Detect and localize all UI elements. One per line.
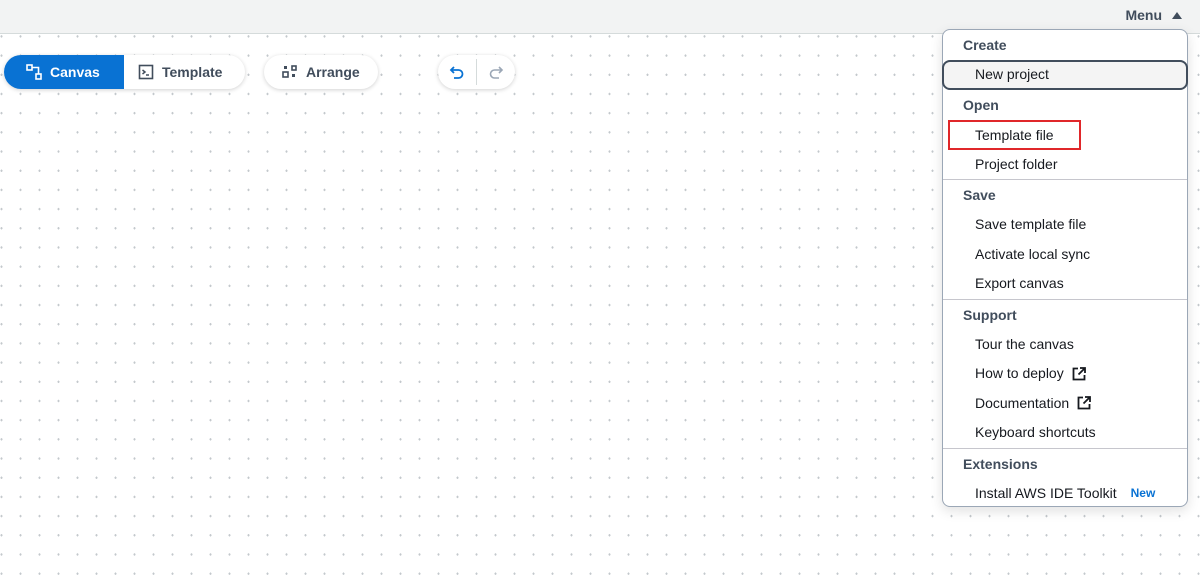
menu-item-install-aws-ide-toolkit[interactable]: Install AWS IDE Toolkit New — [943, 479, 1187, 509]
arrange-icon — [282, 65, 297, 78]
menu-label: Menu — [1125, 7, 1162, 23]
menu-item-label: Export canvas — [975, 275, 1064, 291]
menu-item-label: Project folder — [975, 155, 1058, 172]
menu-item-documentation[interactable]: Documentation — [943, 389, 1187, 419]
menu-group-label: Create — [963, 37, 1007, 53]
menu-item-label: New project — [975, 66, 1049, 83]
new-badge: New — [1130, 485, 1156, 500]
redo-icon — [489, 66, 504, 79]
menu-item-tour-the-canvas[interactable]: Tour the canvas — [943, 330, 1187, 360]
menu-group-label: Support — [963, 306, 1017, 323]
menu-group-extensions: Extensions Install AWS IDE Toolkit New — [943, 447, 1187, 509]
menu-item-label: How to deploy — [975, 365, 1064, 381]
menu-item-template-file[interactable]: Template file — [943, 119, 1187, 150]
menu-item-new-project[interactable]: New project — [942, 60, 1188, 90]
menu-group-label: Extensions — [963, 455, 1038, 472]
menu-item-label: Documentation — [975, 394, 1070, 411]
external-link-icon — [1077, 396, 1092, 410]
menu-item-keyboard-shortcuts[interactable]: Keyboard shortcuts — [943, 418, 1187, 448]
menu-group-label: Save — [963, 187, 996, 203]
menu-item-label: Save template file — [975, 216, 1087, 232]
menu-item-project-folder[interactable]: Project folder — [943, 150, 1187, 180]
menu-item-label: Tour the canvas — [975, 335, 1074, 352]
arrange-group: Arrange — [264, 55, 378, 89]
tab-template-label: Template — [162, 64, 223, 80]
menu-button[interactable]: Menu — [1125, 7, 1182, 23]
undo-redo-group — [438, 55, 515, 89]
menu-item-save-template-file[interactable]: Save template file — [943, 210, 1187, 240]
menu-item-label: Template file — [948, 119, 1081, 150]
canvas-icon — [26, 64, 42, 80]
menu-group-open: Open Template file Project folder — [943, 90, 1187, 179]
tab-canvas[interactable]: Canvas — [4, 55, 124, 89]
menu-item-label: Install AWS IDE Toolkit — [975, 484, 1117, 501]
template-icon — [138, 64, 154, 80]
redo-button[interactable] — [477, 55, 515, 89]
tab-template[interactable]: Template — [124, 55, 240, 89]
menu-group-label: Open — [963, 97, 999, 113]
undo-icon — [449, 66, 464, 79]
menu-item-label: Activate local sync — [975, 245, 1091, 262]
menu-item-label: Keyboard shortcuts — [975, 424, 1096, 440]
main-menu-dropdown: Create New project Open Template file Pr… — [942, 29, 1188, 507]
external-link-icon — [1072, 366, 1086, 381]
tab-canvas-label: Canvas — [50, 64, 100, 80]
menu-group-create: Create New project — [942, 30, 1188, 90]
menu-group-support: Support Tour the canvas How to deploy Do… — [943, 298, 1187, 448]
undo-button[interactable] — [438, 55, 476, 89]
menu-item-activate-local-sync[interactable]: Activate local sync — [943, 240, 1187, 270]
arrange-label: Arrange — [306, 64, 360, 80]
view-toggle: Canvas Template — [4, 55, 245, 89]
arrange-button[interactable]: Arrange — [264, 55, 378, 89]
menu-item-export-canvas[interactable]: Export canvas — [943, 269, 1187, 299]
caret-up-icon — [1172, 11, 1182, 19]
menu-group-save: Save Save template file Activate local s… — [943, 179, 1187, 299]
menu-item-how-to-deploy[interactable]: How to deploy — [943, 359, 1187, 389]
